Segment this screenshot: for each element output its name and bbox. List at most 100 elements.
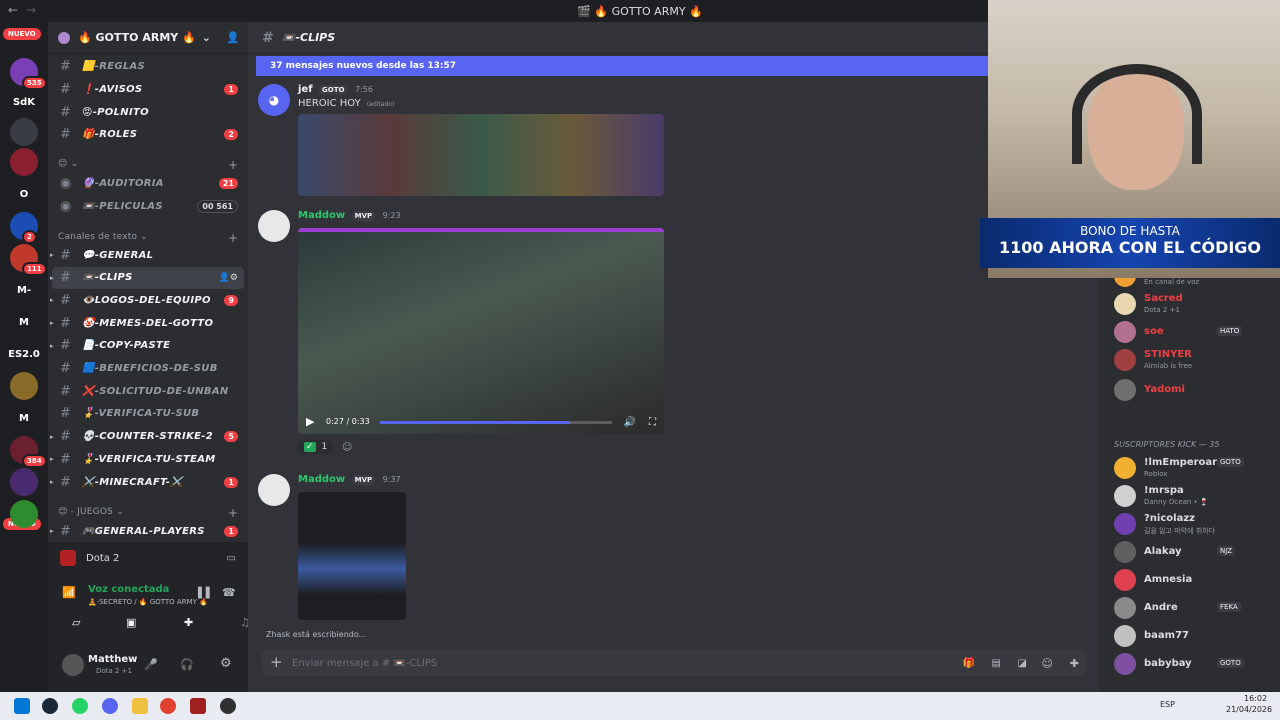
volume-icon[interactable]: 🔊 (624, 417, 636, 428)
channel-item[interactable]: ▸ # 👁️LOGOS-DEL-EQUIPO 9 (50, 289, 244, 311)
member-item[interactable]: !lmEmperoar GOTO Roblox (1114, 454, 1280, 482)
user-avatar[interactable] (62, 654, 84, 676)
new-messages-bar[interactable]: 37 mensajes nuevos desde las 13:57 (256, 56, 996, 76)
message-composer[interactable]: + Enviar mensaje a # 📼-CLIPS 🎁 ▤ ◪ ☺ ✚ (262, 650, 1087, 676)
channel-item[interactable]: ◉ 🔮-AUDITORIA 21 (52, 172, 244, 194)
gif-icon[interactable]: ▤ (992, 658, 1001, 669)
channel-item[interactable]: ◉ 📼-PELICULAS 00 561 (52, 195, 244, 217)
channel-category[interactable]: Canales de texto ⌄ + (58, 231, 238, 245)
apps-icon[interactable]: ✚ (1070, 657, 1079, 670)
server-icon-9[interactable]: ES2.0 (8, 340, 40, 368)
progress-bar[interactable] (380, 421, 612, 424)
channel-item[interactable]: ▸ # ⚔️-MINECRAFT-⚔️ 1 (50, 471, 244, 493)
steam-icon[interactable] (42, 698, 58, 714)
channel-item[interactable]: ▸ # 🎖️-VERIFICA-TU-STEAM (50, 448, 244, 470)
language-indicator[interactable]: ESP (1160, 700, 1175, 709)
server-icon-10[interactable] (10, 372, 38, 400)
add-reaction-icon[interactable]: ☺ (342, 442, 352, 453)
fullscreen-icon[interactable]: ⛶ (649, 417, 656, 428)
image-attachment[interactable] (298, 492, 406, 620)
message-author[interactable]: jef (298, 84, 313, 95)
mute-icon[interactable]: 🎤 (144, 658, 158, 671)
server-icon-1[interactable]: SdK (10, 88, 38, 116)
dota-taskbar-icon[interactable] (190, 698, 206, 714)
channel-item[interactable]: ▸ # 📄-COPY-PASTE (50, 335, 244, 357)
member-item[interactable]: Sacred Dota 2 +1 (1114, 290, 1280, 318)
add-member-icon[interactable]: 👤 (226, 31, 240, 44)
activity-row[interactable]: Dota 2 ▭ (52, 546, 244, 570)
server-icon-4[interactable]: O (10, 180, 38, 208)
channel-item[interactable]: ▸ # 🤡-MEMES-DEL-GOTTO (50, 312, 244, 334)
server-icon-7[interactable]: M- (10, 276, 38, 304)
video-off-icon[interactable]: ▱ (72, 616, 80, 629)
channel-item[interactable]: ▸ # 🎮GENERAL-PLAYERS 1 (50, 520, 244, 542)
message-author[interactable]: Maddow (298, 210, 345, 221)
back-arrow-icon[interactable]: ← (8, 3, 18, 17)
add-channel-icon[interactable]: + (228, 158, 238, 172)
member-item[interactable]: Alakay NJZ (1114, 538, 1280, 566)
whatsapp-icon[interactable] (72, 698, 88, 714)
add-attachment-icon[interactable]: + (270, 653, 283, 671)
clock-date[interactable]: 21/04/2026 (1226, 705, 1272, 714)
channel-item[interactable]: ▸ # 💀-COUNTER-STRIKE-2 5 (50, 426, 244, 448)
member-item[interactable]: soe HATO (1114, 318, 1280, 346)
deafen-icon[interactable]: 🎧 (180, 658, 194, 671)
noise-icon[interactable]: ▌▌ (198, 588, 213, 599)
message-author[interactable]: Maddow (298, 474, 345, 485)
server-icon-14[interactable] (10, 500, 38, 528)
channel-item[interactable]: # 🟦-BENEFICIOS-DE-SUB (52, 358, 244, 380)
channel-item[interactable]: # 🎖️-VERIFICA-TU-SUB (52, 403, 244, 425)
windows-start-icon[interactable] (14, 698, 30, 714)
server-icon-11[interactable]: M (10, 404, 38, 432)
channel-item[interactable]: # 🟨-REGLAS (52, 55, 244, 77)
server-icon-2[interactable] (10, 118, 38, 146)
message-avatar[interactable]: ◕ (258, 84, 290, 116)
member-item[interactable]: STINYER Aimlab is free (1114, 346, 1280, 374)
voice-channel-name[interactable]: 🧘-SECRETO / 🔥 GOTTO ARMY 🔥 (88, 598, 208, 606)
channel-category[interactable]: 😊 ⌄ + (58, 158, 238, 172)
reaction[interactable]: ✓ 1 (298, 440, 334, 454)
add-channel-icon[interactable]: + (228, 506, 238, 520)
discord-icon[interactable] (102, 698, 118, 714)
member-item[interactable]: Yadomi (1114, 376, 1280, 404)
activities-icon[interactable]: ✚ (184, 616, 193, 629)
screen-share-icon[interactable]: ▭ (227, 553, 236, 564)
image-attachment[interactable] (298, 114, 664, 196)
clock-time[interactable]: 16:02 (1244, 694, 1267, 703)
settings-gear-icon[interactable]: ⚙ (220, 656, 232, 671)
server-icon-3[interactable] (10, 148, 38, 176)
member-item[interactable]: Amnesia (1114, 566, 1280, 594)
server-icon-8[interactable]: M (10, 308, 38, 336)
disconnect-icon[interactable]: ☎ (222, 586, 236, 599)
server-icon-13[interactable] (10, 468, 38, 496)
channel-item[interactable]: ▸ # 💬-GENERAL (50, 244, 244, 266)
member-item[interactable]: Andre FEKA (1114, 594, 1280, 622)
member-item[interactable]: !mrspa Danny Ocean • 🍷 (1114, 482, 1280, 510)
play-icon[interactable]: ▶ (306, 415, 314, 428)
member-item[interactable]: babybay GOTO (1114, 650, 1280, 678)
emoji-icon[interactable]: ☺ (1042, 657, 1053, 670)
voice-status[interactable]: Voz conectada (88, 584, 169, 595)
file-explorer-icon[interactable] (132, 698, 148, 714)
member-item[interactable]: ?nicolazz 길을 잃고 마약에 취하다 (1114, 510, 1280, 538)
screen-share-button-icon[interactable]: ▣ (126, 616, 136, 629)
message-avatar[interactable] (258, 474, 290, 506)
channel-item[interactable]: # ❗-AVISOS 1 (52, 78, 244, 100)
add-channel-icon[interactable]: + (228, 231, 238, 245)
channel-item[interactable]: # 🎁-ROLES 2 (52, 123, 244, 145)
chrome-icon[interactable] (160, 698, 176, 714)
channel-category[interactable]: 😊 - JUEGOS ⌄ + (58, 506, 238, 520)
channel-item[interactable]: ▸ # 📼-CLIPS 👤⚙ (50, 266, 244, 289)
video-player[interactable]: ▶ 0:27 / 0:33 🔊 ⛶ (298, 228, 664, 434)
channel-item[interactable]: # ❌-SOLICITUD-DE-UNBAN (52, 380, 244, 402)
member-item[interactable]: baam77 (1114, 622, 1280, 650)
message-avatar[interactable] (258, 210, 290, 242)
gift-icon[interactable]: 🎁 (963, 658, 975, 669)
server-header[interactable]: 🔥 GOTTO ARMY 🔥 ⌄ 👤 (48, 22, 248, 54)
channel-item[interactable]: # 😡-POLNITO (52, 101, 244, 123)
forward-arrow-icon[interactable]: → (26, 3, 36, 17)
username[interactable]: Matthew (88, 654, 137, 665)
sticker-icon[interactable]: ◪ (1018, 658, 1027, 669)
obs-icon[interactable] (220, 698, 236, 714)
channel-settings-icon[interactable]: 👤⚙ (219, 273, 238, 283)
